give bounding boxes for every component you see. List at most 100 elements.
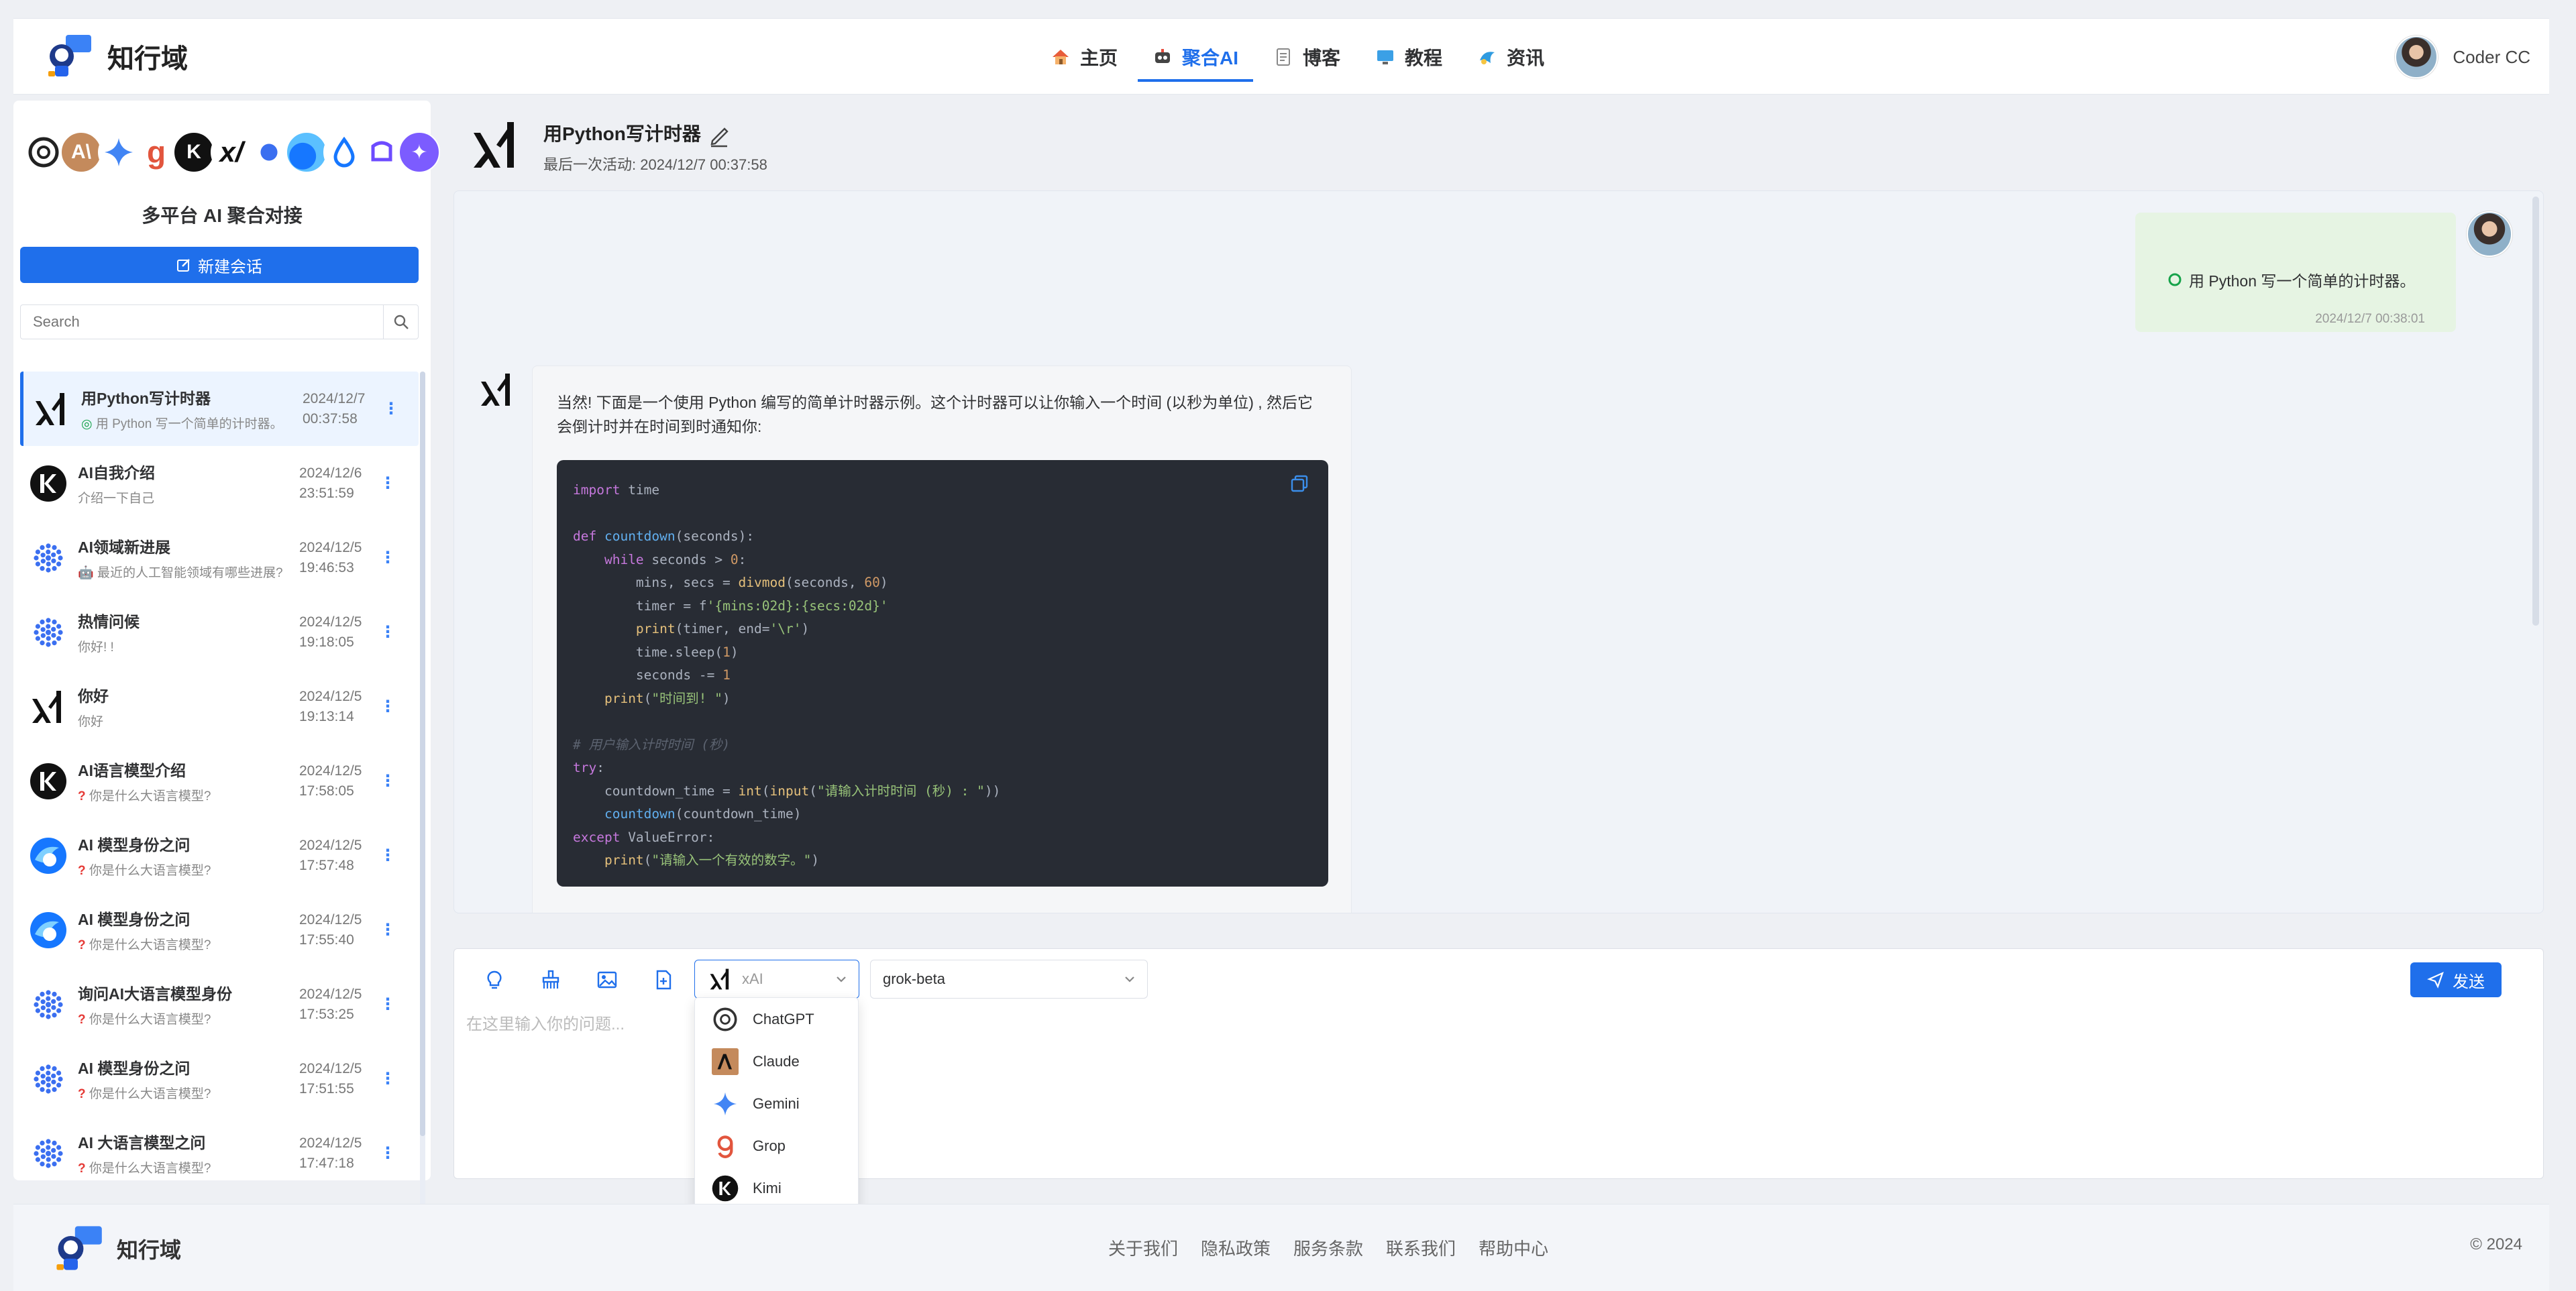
clear-button[interactable] (533, 962, 568, 997)
robot-small-icon: 🤖 (78, 566, 97, 580)
conversation-date: 2024/12/5 (299, 688, 362, 704)
question-icon: ? (78, 1162, 89, 1176)
more-options-icon[interactable]: ⋮ (383, 399, 399, 418)
code-line: # 用户输入计时时间 (秒) (573, 736, 731, 752)
conversation-date: 2024/12/5 (299, 539, 362, 555)
conversation-item[interactable]: 热情问候 你好! ! 2024/12/5 19:18:05 ⋮ (20, 595, 419, 669)
claude-logo-icon: A\ (60, 131, 102, 173)
brand-name: 知行域 (107, 44, 188, 74)
conversation-time: 2024/12/5 17:55:40 (299, 910, 380, 950)
provider-select[interactable]: xAI (694, 960, 859, 999)
chat-window[interactable]: 用 Python 写一个简单的计时器。 2024/12/7 00:38:01 当… (453, 190, 2544, 913)
message-input[interactable]: 在这里输入你的问题... (466, 1011, 625, 1034)
nav-news[interactable]: 资讯 (1460, 19, 1562, 95)
conversation-item[interactable]: AI 大语言模型之问? 你是什么大语言模型? 2024/12/5 17:47:18 ⋮ (20, 1116, 419, 1190)
conversation-time: 2024/12/5 17:47:18 (299, 1133, 380, 1174)
question-icon: ? (78, 938, 89, 952)
conversation-item[interactable]: 你好 你好 2024/12/5 19:13:14 ⋮ (20, 669, 419, 744)
conversation-title: 你好 (78, 687, 109, 705)
conversation-subtitle: ? 你是什么大语言模型? (78, 1084, 299, 1102)
more-options-icon[interactable]: ⋮ (380, 622, 396, 642)
code-line: print(timer, end='\r') (635, 621, 810, 636)
conversation-text: 你好 你好 (78, 683, 299, 730)
conversation-date: 2024/12/5 (299, 986, 362, 1002)
footer-link-about[interactable]: 关于我们 (1108, 1235, 1178, 1260)
drop-logo-icon (323, 131, 365, 173)
nav-home[interactable]: 主页 (1033, 19, 1135, 95)
new-chat-button[interactable]: 新建会话 (20, 247, 419, 283)
model-select[interactable]: grok-beta (870, 960, 1148, 999)
more-options-icon[interactable]: ⋮ (380, 771, 396, 791)
more-options-icon[interactable]: ⋮ (380, 920, 396, 940)
footer-link-help[interactable]: 帮助中心 (1479, 1235, 1548, 1260)
conversation-subtitle: 🤖 最近的人工智能领域有哪些进展? (78, 563, 299, 581)
conversation-clock: 17:57:48 (299, 857, 354, 873)
more-options-icon[interactable]: ⋮ (380, 995, 396, 1014)
search-button[interactable] (383, 305, 418, 339)
nav-blog[interactable]: 博客 (1256, 19, 1358, 95)
provider-option-chatgpt[interactable]: ChatGPT (695, 998, 858, 1040)
sidebar-title: 多平台 AI 聚合对接 (142, 205, 303, 226)
provider-option-kimi[interactable]: Kimi (695, 1167, 858, 1209)
provider-logos: A\ g K x/ ✦ (23, 131, 440, 173)
more-options-icon[interactable]: ⋮ (380, 1069, 396, 1088)
question-icon: ? (78, 1087, 89, 1101)
footer-link-privacy[interactable]: 隐私政策 (1201, 1235, 1271, 1260)
file-upload-button[interactable] (646, 962, 681, 997)
home-icon (1053, 50, 1069, 64)
more-options-icon[interactable]: ⋮ (380, 548, 396, 567)
more-options-icon[interactable]: ⋮ (380, 697, 396, 716)
conversation-text: AI领域新进展 🤖 最近的人工智能领域有哪些进展? (78, 535, 299, 581)
conversation-title: AI自我介绍 (78, 464, 155, 482)
more-options-icon[interactable]: ⋮ (380, 473, 396, 493)
send-button[interactable]: 发送 (2410, 962, 2502, 997)
code-line: mins, secs = divmod(seconds, 60) (573, 575, 888, 590)
conversation-clock: 17:51:55 (299, 1080, 354, 1097)
code-line: try: (573, 760, 604, 775)
send-label: 发送 (2453, 972, 2485, 991)
document-icon (1277, 48, 1291, 66)
conversation-item[interactable]: AI自我介绍 介绍一下自己 2024/12/6 23:51:59 ⋮ (20, 446, 419, 520)
image-upload-button[interactable] (590, 962, 625, 997)
footer-brand[interactable]: 知行域 (51, 1222, 181, 1276)
search-input[interactable] (21, 305, 383, 339)
search-icon (394, 315, 409, 329)
conversation-title: 用Python写计时器 (81, 390, 211, 407)
nav-tutorial-label: 教程 (1405, 48, 1443, 68)
more-options-icon[interactable]: ⋮ (380, 846, 396, 865)
nav-ai-label: 聚合AI (1182, 48, 1239, 68)
conversation-item[interactable]: AI领域新进展 🤖 最近的人工智能领域有哪些进展? 2024/12/5 19:46:5… (20, 520, 419, 595)
more-options-icon[interactable]: ⋮ (380, 1143, 396, 1163)
conversation-item[interactable]: AI 模型身份之问? 你是什么大语言模型? 2024/12/5 17:55:40 ⋮ (20, 893, 419, 967)
tips-button[interactable] (477, 962, 512, 997)
provider-option-claude[interactable]: Claude (695, 1040, 858, 1082)
search-box (20, 304, 419, 339)
edit-title-icon[interactable] (708, 121, 730, 148)
star-logo-icon: ✦ (398, 131, 440, 173)
nav-tutorial[interactable]: 教程 (1358, 19, 1460, 95)
top-header: 知行域 主页 聚合AI 博客 教程 资讯 Coder CC (13, 18, 2549, 95)
footer-link-terms[interactable]: 服务条款 (1293, 1235, 1363, 1260)
conversation-item[interactable]: AI 模型身份之问? 你是什么大语言模型? 2024/12/5 17:51:55 ⋮ (20, 1042, 419, 1116)
code-line: time.sleep(1) (573, 644, 739, 660)
send-icon (2427, 971, 2444, 989)
provider-option-grop[interactable]: Grop (695, 1125, 858, 1167)
user-menu[interactable]: Coder CC (2395, 36, 2530, 78)
conversation-time: 2024/12/5 17:51:55 (299, 1059, 380, 1099)
sidebar-scrollbar[interactable] (420, 372, 425, 1261)
copy-icon[interactable] (1289, 473, 1309, 494)
news-icon (1480, 52, 1495, 64)
footer-link-contact[interactable]: 联系我们 (1386, 1235, 1456, 1260)
code-line: def countdown(seconds): (573, 528, 755, 544)
conversation-item[interactable]: 询问AI大语言模型身份? 你是什么大语言模型? 2024/12/5 17:53:25… (20, 967, 419, 1042)
provider-option-label: Claude (753, 1052, 800, 1070)
conversation-item[interactable]: AI语言模型介绍? 你是什么大语言模型? 2024/12/5 17:58:05 ⋮ (20, 744, 419, 818)
provider-option-gemini[interactable]: Gemini (695, 1082, 858, 1125)
chat-scrollbar[interactable] (2532, 197, 2540, 907)
sidebar: A\ g K x/ ✦ 多平台 AI 聚合对接 新建会话 用Python写计时器… (13, 101, 440, 1261)
grop-logo-icon: g (136, 131, 177, 173)
conversation-item[interactable]: 用Python写计时器 ◎ 用 Python 写一个简单的计时器。 2024/12/… (20, 372, 419, 446)
brand[interactable]: 知行域 (43, 28, 188, 85)
conversation-item[interactable]: AI 模型身份之问? 你是什么大语言模型? 2024/12/5 17:57:48 ⋮ (20, 818, 419, 893)
nav-ai[interactable]: 聚合AI (1135, 19, 1256, 95)
